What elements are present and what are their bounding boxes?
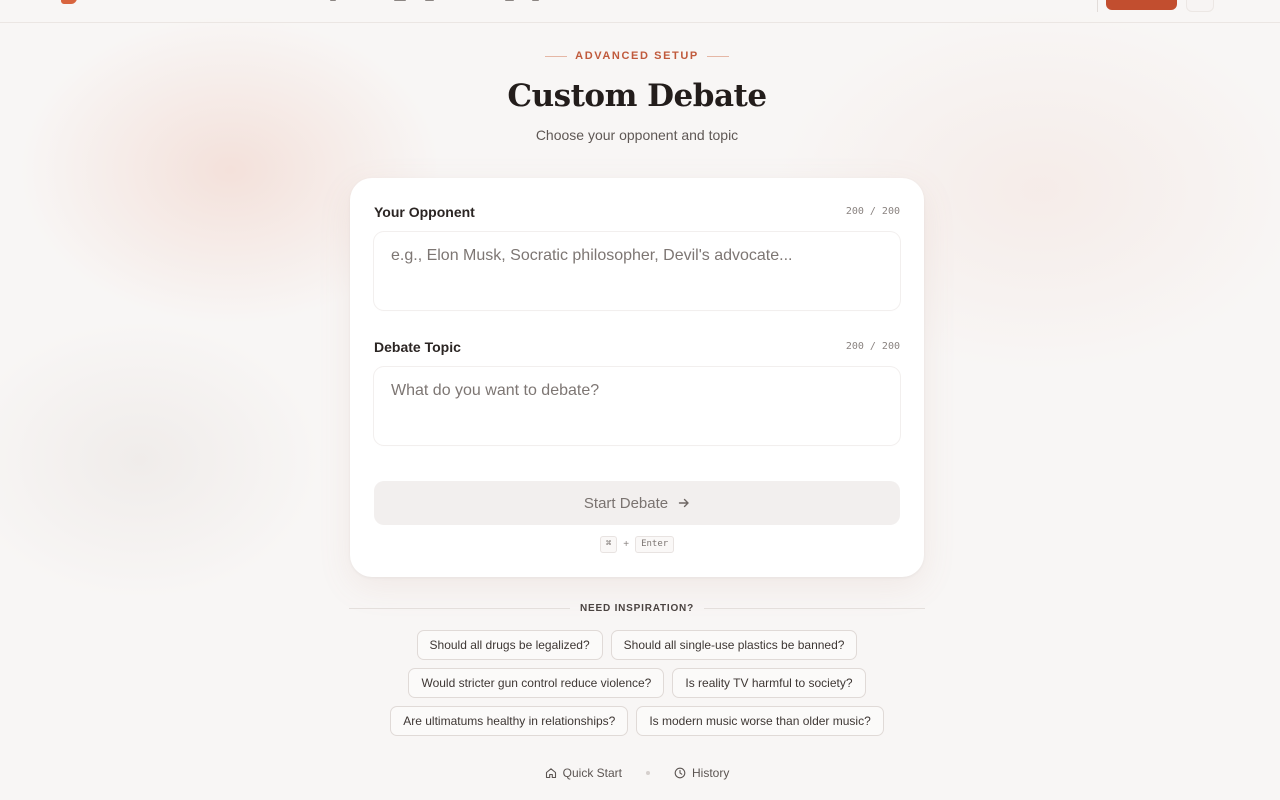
nav-link-fragment[interactable] <box>425 0 434 1</box>
opponent-label: Your Opponent <box>374 204 475 220</box>
nav-link-fragment[interactable] <box>394 0 406 1</box>
clock-icon <box>674 767 686 779</box>
page-subtitle: Choose your opponent and topic <box>535 127 739 143</box>
eyebrow-rule-right <box>706 55 729 57</box>
inspiration-rule-right <box>704 608 926 609</box>
eyebrow-rule-left <box>545 55 568 57</box>
keyboard-shortcut-hint: ⌘ + Enter <box>350 536 924 553</box>
logo-icon[interactable] <box>61 0 77 4</box>
footer-separator <box>646 771 650 775</box>
start-debate-button[interactable]: Start Debate <box>374 481 900 525</box>
topic-char-counter: 200 / 200 <box>845 341 900 352</box>
topic-suggestion-chip[interactable]: Would stricter gun control reduce violen… <box>408 668 665 698</box>
debate-setup-card: Your Opponent 200 / 200 Debate Topic 200… <box>350 178 924 577</box>
eyebrow-text: ADVANCED SETUP <box>575 50 699 62</box>
topic-label: Debate Topic <box>374 339 461 355</box>
start-debate-label: Start Debate <box>583 494 669 512</box>
topic-suggestion-chip[interactable]: Are ultimatums healthy in relationships? <box>390 706 629 736</box>
inspiration-rule-left <box>349 608 571 609</box>
inspiration-heading: NEED INSPIRATION? <box>349 603 926 614</box>
nav-link-fragment[interactable] <box>330 0 336 1</box>
top-navigation-bar <box>0 0 1280 23</box>
home-icon <box>545 768 556 779</box>
nav-divider <box>1097 0 1098 12</box>
topic-suggestion-chip[interactable]: Is modern music worse than older music? <box>636 706 884 736</box>
command-key: ⌘ <box>599 536 618 553</box>
topic-suggestion-chip[interactable]: Should all single-use plastics be banned… <box>610 630 858 660</box>
inspiration-row: Should all drugs be legalized? Should al… <box>0 630 1274 660</box>
nav-link-fragment[interactable] <box>532 0 539 1</box>
quick-start-label: Quick Start <box>562 766 622 780</box>
inspiration-heading-text: NEED INSPIRATION? <box>580 603 694 614</box>
inspiration-row: Would stricter gun control reduce violen… <box>0 668 1274 698</box>
topic-input[interactable] <box>374 367 900 445</box>
opponent-input[interactable] <box>374 232 900 310</box>
opponent-char-counter: 200 / 200 <box>845 206 900 217</box>
shortcut-plus: + <box>623 539 630 550</box>
inspiration-row: Are ultimatums healthy in relationships?… <box>0 706 1274 736</box>
page-title: Custom Debate <box>507 78 767 114</box>
topic-suggestion-chip[interactable]: Is reality TV harmful to society? <box>672 668 866 698</box>
history-label: History <box>692 766 730 780</box>
footer-nav: Quick Start History <box>0 766 1274 780</box>
quick-start-link[interactable]: Quick Start <box>545 766 622 780</box>
enter-key: Enter <box>635 536 675 553</box>
topic-suggestion-chip[interactable]: Should all drugs be legalized? <box>416 630 603 660</box>
nav-link-fragment[interactable] <box>505 0 514 1</box>
history-link[interactable]: History <box>674 766 729 780</box>
theme-toggle-button[interactable] <box>1186 0 1214 12</box>
eyebrow: ADVANCED SETUP <box>0 50 1274 62</box>
arrow-right-icon <box>678 498 689 508</box>
primary-nav-button[interactable] <box>1106 0 1177 10</box>
